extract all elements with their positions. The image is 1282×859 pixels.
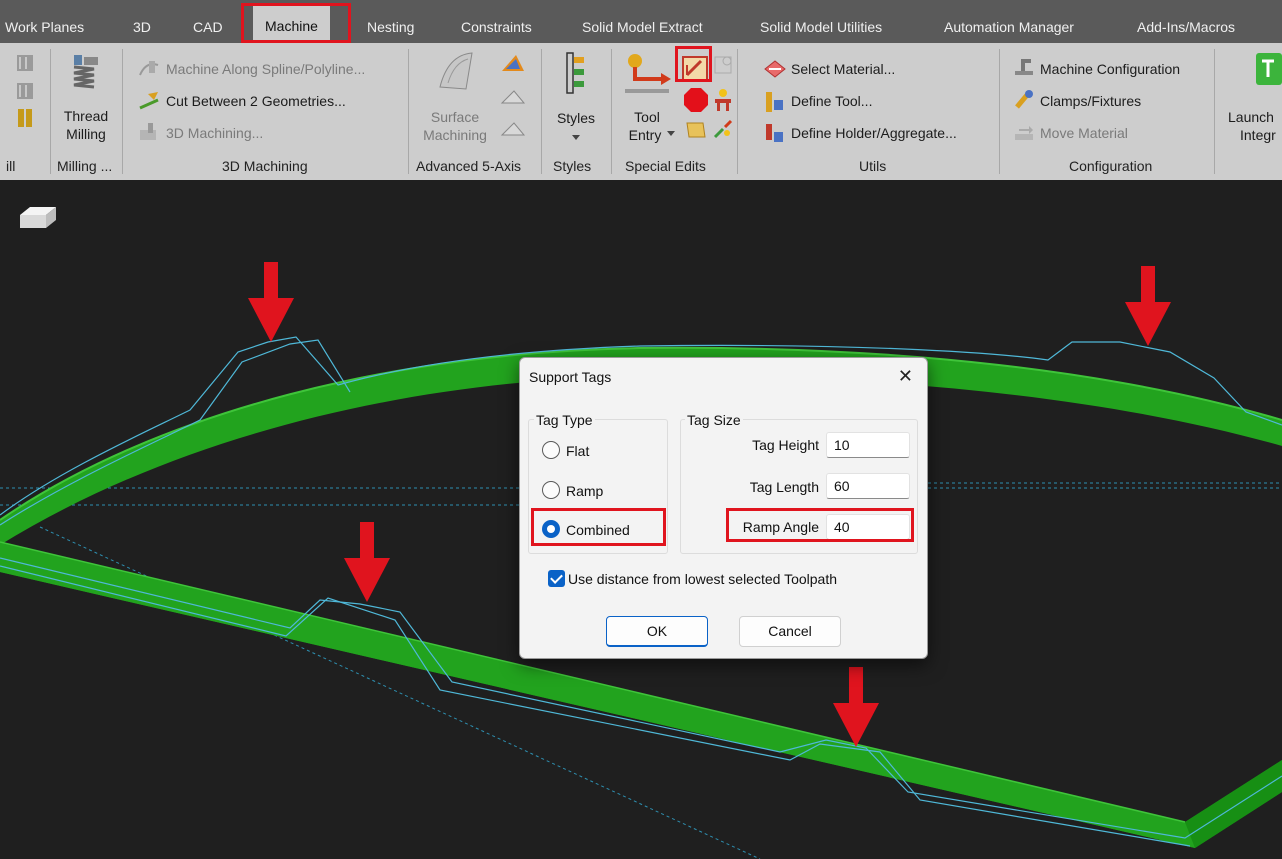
cut-between-geometries-item[interactable]: Cut Between 2 Geometries... <box>166 93 346 109</box>
machine-configuration-item[interactable]: Machine Configuration <box>1040 61 1180 77</box>
tab-constraints[interactable]: Constraints <box>461 0 532 43</box>
tag-height-label: Tag Height <box>752 437 819 453</box>
use-lowest-toolpath-label[interactable]: Use distance from lowest selected Toolpa… <box>568 571 837 587</box>
group-label-drill: ill <box>6 158 16 174</box>
clamps-fixtures-item[interactable]: Clamps/Fixtures <box>1040 93 1141 109</box>
surface-machining-label-2[interactable]: Machining <box>418 127 492 143</box>
tag-height-input[interactable] <box>826 432 910 458</box>
arrows-icon[interactable] <box>711 117 737 143</box>
radio-ramp-circle[interactable] <box>542 481 560 499</box>
chevron-down-icon[interactable] <box>667 131 675 137</box>
group-special-edits: Tool Entry Special Edits <box>611 43 737 180</box>
3d-machining-icon <box>140 123 156 140</box>
group-configuration: Machine Configuration Clamps/Fixtures Mo… <box>999 43 1214 180</box>
5-axis-tools-icon[interactable] <box>496 51 530 143</box>
ok-button[interactable]: OK <box>606 616 708 647</box>
thread-milling-label-1[interactable]: Thread <box>62 108 110 124</box>
group-3d-machining: Machine Along Spline/Polyline... Cut Bet… <box>122 43 408 180</box>
launch-label-1[interactable]: Launch <box>1228 109 1274 125</box>
ramp-angle-input[interactable] <box>826 514 910 540</box>
define-holder-item[interactable]: Define Holder/Aggregate... <box>791 125 957 141</box>
arrow-down-icon <box>833 667 879 747</box>
support-tags-icon[interactable] <box>681 55 709 83</box>
tag-type-legend: Tag Type <box>534 412 595 428</box>
spark-icon[interactable] <box>711 87 735 113</box>
tab-cad[interactable]: CAD <box>193 0 223 43</box>
scroll-icon[interactable] <box>683 119 709 141</box>
define-holder-icon <box>766 124 783 142</box>
group-advanced-5-axis: Surface Machining Advanced 5-Axis <box>408 43 541 180</box>
surface-machining-label-1[interactable]: Surface <box>430 109 480 125</box>
thread-milling-label-2[interactable]: Milling <box>62 126 110 142</box>
cancel-button[interactable]: Cancel <box>739 616 841 647</box>
group-label-configuration: Configuration <box>1069 158 1153 174</box>
arrow-down-icon <box>344 522 390 602</box>
move-material-item[interactable]: Move Material <box>1040 125 1128 141</box>
ribbon-panel: ill Thread Milling Milling ... Machine A… <box>0 43 1282 180</box>
group-label-milling: Milling ... <box>57 158 113 174</box>
tab-nesting[interactable]: Nesting <box>367 0 414 43</box>
radio-flat-label[interactable]: Flat <box>566 443 589 459</box>
edit-path-icon[interactable] <box>713 53 735 77</box>
arrow-down-icon <box>248 262 294 342</box>
group-label-special-edits: Special Edits <box>625 158 706 174</box>
tag-length-input[interactable] <box>826 473 910 499</box>
radio-combined-circle[interactable] <box>542 520 560 538</box>
group-styles: Styles Styles <box>541 43 611 180</box>
tab-work-planes[interactable]: Work Planes <box>5 0 84 43</box>
group-label-utils: Utils <box>859 158 887 174</box>
stop-icon[interactable] <box>683 87 709 113</box>
tab-solid-model-utilities[interactable]: Solid Model Utilities <box>760 0 882 43</box>
launch-label-2[interactable]: Integr <box>1240 127 1276 143</box>
thread-milling-icon[interactable] <box>68 53 102 93</box>
view-cube-icon[interactable] <box>20 207 56 228</box>
group-label-advanced-5-axis: Advanced 5-Axis <box>416 158 522 174</box>
define-tool-item[interactable]: Define Tool... <box>791 93 872 109</box>
tool-entry-label-2[interactable]: Entry <box>623 127 667 143</box>
cut-between-geometries-icon <box>139 92 159 110</box>
3d-machining-item[interactable]: 3D Machining... <box>166 125 263 141</box>
tool-entry-label-1[interactable]: Tool <box>625 109 669 125</box>
group-label-styles: Styles <box>553 158 592 174</box>
arrow-down-icon <box>1125 266 1171 346</box>
tag-length-label: Tag Length <box>749 479 819 495</box>
radio-ramp-label[interactable]: Ramp <box>566 483 603 499</box>
select-material-icon <box>764 60 786 78</box>
clamps-fixtures-icon <box>1015 90 1033 109</box>
drill-tools-icon[interactable] <box>14 53 38 133</box>
chevron-down-icon[interactable] <box>572 135 580 141</box>
ramp-angle-label: Ramp Angle <box>742 519 819 535</box>
group-milling: Thread Milling Milling ... <box>50 43 122 180</box>
machine-along-spline-icon <box>139 61 159 76</box>
use-lowest-toolpath-checkbox[interactable] <box>548 570 565 587</box>
machine-along-spline-item[interactable]: Machine Along Spline/Polyline... <box>166 61 365 77</box>
tab-3d[interactable]: 3D <box>133 0 151 43</box>
group-utils: Select Material... Define Tool... Define… <box>737 43 999 180</box>
tab-solid-model-extract[interactable]: Solid Model Extract <box>582 0 703 43</box>
tab-automation-manager[interactable]: Automation Manager <box>944 0 1074 43</box>
group-drill-partial: ill <box>0 43 50 180</box>
move-material-icon <box>1015 126 1033 140</box>
styles-icon[interactable] <box>565 51 587 95</box>
radio-combined-label[interactable]: Combined <box>566 522 630 538</box>
close-icon[interactable]: ✕ <box>898 366 913 387</box>
group-launch: Launch Integr <box>1214 43 1282 180</box>
surface-machining-icon[interactable] <box>436 49 476 93</box>
styles-button-label[interactable]: Styles <box>553 110 599 126</box>
tab-add-ins-macros[interactable]: Add-Ins/Macros <box>1137 0 1235 43</box>
machine-configuration-icon <box>1015 59 1033 75</box>
tag-size-legend: Tag Size <box>685 412 743 428</box>
tool-entry-icon[interactable] <box>623 51 673 95</box>
launch-integration-icon[interactable] <box>1254 51 1282 87</box>
group-label-3d-machining: 3D Machining <box>222 158 308 174</box>
define-tool-icon <box>766 92 783 112</box>
radio-flat-circle[interactable] <box>542 441 560 459</box>
support-tags-dialog: Support Tags ✕ Tag Type Flat Ramp Combin… <box>519 357 928 659</box>
ribbon-tab-bar: Work Planes 3D CAD Machine Nesting Const… <box>0 0 1282 49</box>
select-material-item[interactable]: Select Material... <box>791 61 895 77</box>
dialog-title: Support Tags <box>529 369 612 385</box>
